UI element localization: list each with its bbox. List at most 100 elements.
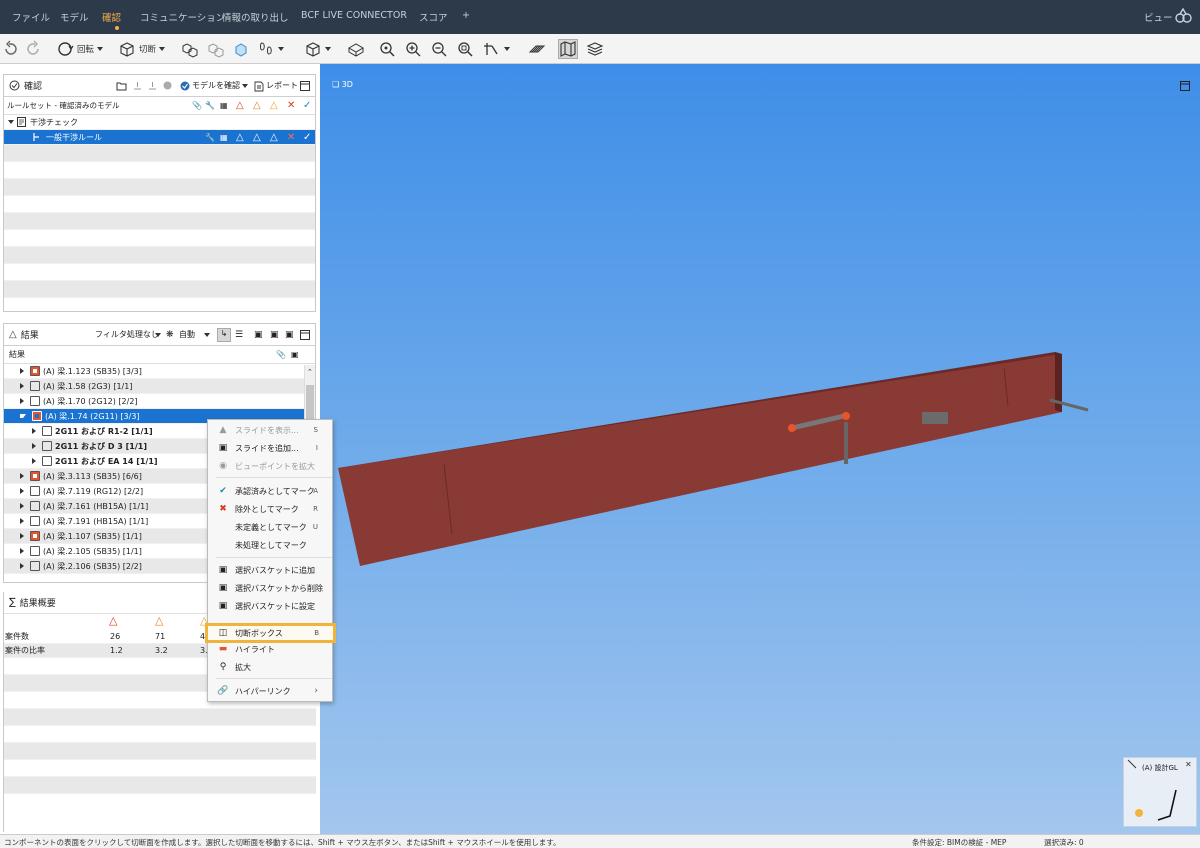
expand-icon[interactable] [32,428,36,434]
expand-icon[interactable] [20,398,24,404]
menu-basket-set[interactable]: ▣ 選択バスケットに設定 [208,598,332,614]
model-view-button-3[interactable] [232,39,250,59]
low-issue-icon: △ [270,100,278,111]
menu-add-slide[interactable]: ▣ スライドを追加... I [208,440,332,456]
expand-icon[interactable] [20,503,24,509]
expand-icon[interactable] [8,120,14,124]
zoom-in-button[interactable] [404,39,422,59]
menu-basket-remove[interactable]: ▣ 選択バスケットから削除 [208,580,332,596]
folder-icon[interactable] [116,81,127,91]
stop-icon[interactable] [162,80,173,91]
rule-label: 一般干渉ルール [46,132,102,142]
menu-mark-rejected[interactable]: ✖ 除外としてマーク R [208,501,332,517]
expand-icon[interactable] [20,533,24,539]
menu-model[interactable]: モデル [60,10,89,24]
result-label: (A) 梁.1.74 (2G11) [3/3] [45,411,140,421]
collapse-icon[interactable] [20,414,26,418]
expand-icon[interactable] [20,368,24,374]
map-view-button[interactable] [558,39,578,59]
perspective-button[interactable] [347,39,365,59]
menu-take-off[interactable]: 情報の取り出し [222,10,289,24]
expand-icon[interactable] [20,473,24,479]
redo-button[interactable] [24,39,42,59]
model-view-button-4[interactable] [257,39,287,59]
rule-row[interactable]: 一般干渉ルール 🔧 ▦ △ △ △ ✕ ✓ [4,130,315,145]
zoom-selection-button[interactable] [456,39,474,59]
menu-zoom[interactable]: ⚲ 拡大 [208,659,332,675]
menu-zoom-viewpoint[interactable]: ◉ ビューポイントを拡大 [208,458,332,474]
menu-add-tab[interactable]: + [462,10,470,21]
menu-mark-unprocessed[interactable]: 未処理としてマーク [208,537,332,553]
highlight-icon: ▬ [218,644,228,654]
menu-score[interactable]: スコア [419,10,448,24]
scroll-up-icon[interactable]: ⌃ [307,368,313,376]
model-view-button-2[interactable] [207,39,225,59]
ruleset-row[interactable]: 干渉チェック [4,115,315,130]
link-icon: 🔗 [217,686,229,696]
basket-icon-1[interactable]: ▣ [254,330,263,340]
menu-highlight[interactable]: ▬ ハイライト [208,641,332,657]
menu-file[interactable]: ファイル [12,10,50,24]
zoom-selection-icon [458,42,473,57]
model-view-button-1[interactable] [181,39,199,59]
menu-section-box[interactable]: ◫ 切断ボックス B [205,623,336,643]
check-model-button[interactable]: モデルを確認 [192,80,240,91]
undo-button[interactable] [2,39,20,59]
import-icon[interactable] [132,81,143,91]
menu-show-slide[interactable]: ▲ スライドを表示... S [208,422,332,438]
menu-mark-undefined[interactable]: 未定義としてマーク U [208,519,332,535]
result-row[interactable]: (A) 梁.1.70 (2G12) [2/2] [4,394,315,409]
rule-table-icon[interactable]: ▦ [220,133,228,142]
auto-group-dropdown[interactable] [204,333,210,337]
menu-view[interactable]: ビュー [1144,10,1173,24]
maximize-results-icon[interactable] [300,330,310,340]
3d-viewport[interactable]: ❏ 3D (A) 設計GL ✕ [320,64,1200,834]
menu-hyperlink[interactable]: 🔗 ハイパーリンク › [208,683,332,699]
expand-icon[interactable] [20,548,24,554]
list-view-button[interactable]: ☰ [235,330,243,340]
view-cube-button[interactable] [304,39,334,59]
expand-icon[interactable] [32,458,36,464]
zoom-out-button[interactable] [430,39,448,59]
expand-icon[interactable] [20,383,24,389]
rule-wrench-icon[interactable]: 🔧 [205,133,215,142]
menu-communication[interactable]: コミュニケーション [140,10,225,24]
menu-basket-add[interactable]: ▣ 選択バスケットに追加 [208,562,332,578]
maximize-panel-icon[interactable] [300,81,310,91]
zoom-in-icon [406,42,421,57]
basket-icon-2[interactable]: ▣ [270,330,279,340]
zoom-fit-button[interactable] [378,39,396,59]
export-icon[interactable] [147,81,158,91]
plane-button[interactable] [528,39,546,59]
menu-mark-approved[interactable]: ✔ 承認済みとしてマーク A [208,483,332,499]
section-button[interactable]: 切断 [118,39,168,59]
expand-icon[interactable] [32,443,36,449]
zoom-fit-icon [380,42,395,57]
menu-bcf-live[interactable]: BCF LIVE CONNECTOR [301,10,407,21]
empty-row [4,247,315,264]
expand-icon[interactable] [20,563,24,569]
navcube[interactable]: (A) 設計GL ✕ [1123,757,1197,827]
menu-check[interactable]: 確認 [102,10,121,30]
summary-value: 26 [110,632,121,641]
layers-button[interactable] [586,39,604,59]
clash-group-icon [30,486,40,496]
auto-group-button[interactable]: 自動 [179,329,195,340]
critical-issue-icon: △ [236,100,244,111]
result-row[interactable]: (A) 梁.1.58 (2G3) [1/1] [4,379,315,394]
viewer-icon[interactable] [1174,7,1192,25]
filter-dropdown[interactable]: フィルタ処理なし [95,329,159,340]
expand-icon[interactable] [20,518,24,524]
report-button[interactable]: レポート [266,80,298,91]
result-row[interactable]: (A) 梁.1.123 (SB35) [3/3] [4,364,315,379]
tree-view-button[interactable]: ↳ [217,328,231,342]
result-label: (A) 梁.7.119 (RG12) [2/2] [43,486,144,496]
filter-dropdown-arrow[interactable] [155,333,161,337]
empty-row [4,709,316,726]
expand-icon[interactable] [20,488,24,494]
check-table-header: ルールセット - 確認済みのモデル 📎 🔧 ▦ △ △ △ ✕ ✓ [4,97,315,115]
rotate-button[interactable]: 回転 [56,39,106,59]
check-model-dropdown[interactable] [242,84,248,88]
measure-button[interactable] [483,39,513,59]
basket-icon-3[interactable]: ▣ [285,330,294,340]
